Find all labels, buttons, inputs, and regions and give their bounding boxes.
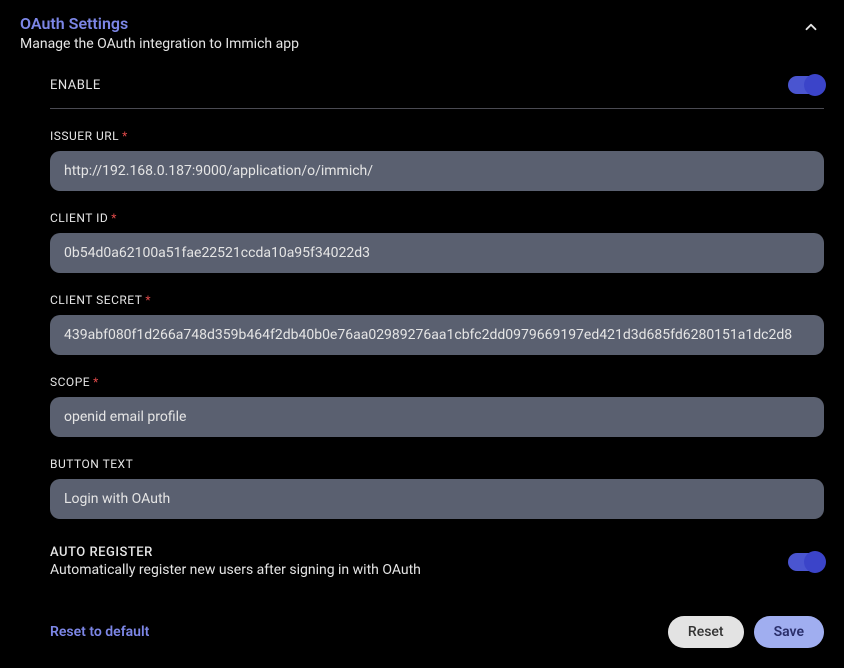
required-marker: * bbox=[93, 375, 99, 389]
chevron-up-icon[interactable] bbox=[798, 14, 824, 40]
reset-button[interactable]: Reset bbox=[668, 616, 744, 648]
required-marker: * bbox=[111, 211, 117, 225]
page-subtitle: Manage the OAuth integration to Immich a… bbox=[20, 36, 299, 52]
enable-label: ENABLE bbox=[50, 78, 101, 93]
enable-toggle[interactable] bbox=[788, 76, 824, 94]
auto-register-description: Automatically register new users after s… bbox=[50, 562, 421, 578]
client-id-input[interactable] bbox=[50, 233, 824, 273]
client-id-label: CLIENT ID* bbox=[50, 211, 824, 225]
required-marker: * bbox=[145, 293, 151, 307]
client-secret-label: CLIENT SECRET* bbox=[50, 293, 824, 307]
save-button[interactable]: Save bbox=[754, 616, 824, 648]
auto-register-toggle[interactable] bbox=[788, 553, 824, 571]
issuer-url-label: ISSUER URL* bbox=[50, 129, 824, 143]
auto-register-label: AUTO REGISTER bbox=[50, 545, 421, 560]
issuer-url-input[interactable] bbox=[50, 151, 824, 191]
client-secret-input[interactable] bbox=[50, 315, 824, 355]
scope-label: SCOPE* bbox=[50, 375, 824, 389]
required-marker: * bbox=[122, 129, 128, 143]
page-title: OAuth Settings bbox=[20, 14, 299, 33]
button-text-input[interactable] bbox=[50, 479, 824, 519]
button-text-label: BUTTON TEXT bbox=[50, 457, 824, 471]
scope-input[interactable] bbox=[50, 397, 824, 437]
